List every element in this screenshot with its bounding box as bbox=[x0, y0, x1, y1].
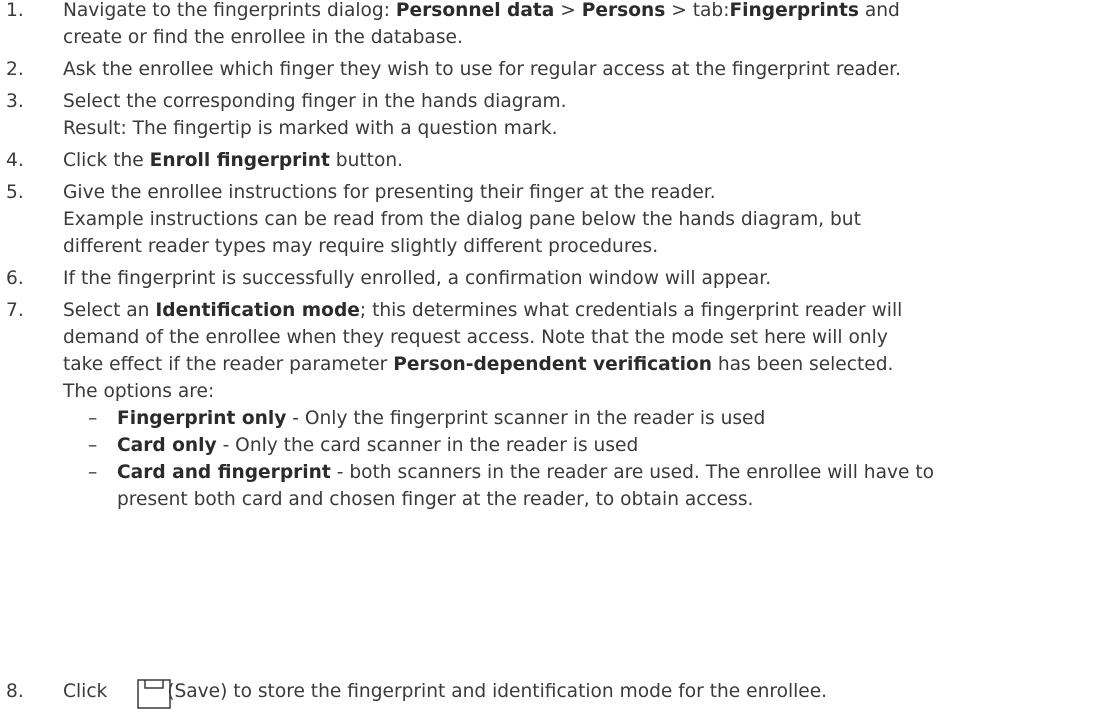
ui-term: Identification mode bbox=[155, 300, 360, 321]
ui-term: Card and fingerprint bbox=[117, 462, 331, 483]
text-run: and bbox=[858, 0, 900, 21]
text-run: Give the enrollee instructions for prese… bbox=[63, 182, 716, 203]
text-run: Navigate to the fingerprints dialog: bbox=[63, 0, 396, 21]
text-run: Ask the enrollee which finger they wish … bbox=[63, 59, 901, 80]
text-run: (Save) to store the fingerprint and iden… bbox=[167, 681, 828, 702]
text-run: Select the corresponding finger in the h… bbox=[63, 91, 567, 112]
text-run: If the fingerprint is successfully enrol… bbox=[63, 268, 772, 289]
text-run: The options are: bbox=[63, 381, 215, 402]
text-line: Click the Enroll fingerprint button. bbox=[63, 150, 403, 171]
text-run: take effect if the reader parameter bbox=[63, 354, 394, 375]
ui-term: Card only bbox=[117, 435, 217, 456]
text-line: The options are: bbox=[63, 381, 214, 402]
text-line: Click (Save) to store the fingerprint an… bbox=[63, 681, 827, 702]
ui-term: Enroll fingerprint bbox=[149, 150, 330, 171]
text-run: - Only the fingerprint scanner in the re… bbox=[286, 408, 766, 429]
text-line: different reader types may require sligh… bbox=[63, 236, 658, 257]
text-run: - both scanners in the reader are used. … bbox=[330, 462, 934, 483]
text-run: create or find the enrollee in the datab… bbox=[63, 27, 463, 48]
step-number: 8. bbox=[6, 681, 24, 702]
ui-term: Fingerprint only bbox=[117, 408, 287, 429]
text-line: If the fingerprint is successfully enrol… bbox=[63, 268, 771, 289]
bullet-dash: – bbox=[88, 435, 98, 456]
text-line: Card only - Only the card scanner in the… bbox=[117, 435, 638, 456]
ui-term: Fingerprints bbox=[729, 0, 859, 21]
save-icon[interactable] bbox=[137, 679, 171, 709]
text-run: - Only the card scanner in the reader is… bbox=[216, 435, 639, 456]
step-number: 2. bbox=[6, 59, 24, 80]
step-number: 6. bbox=[6, 268, 24, 289]
text-line: Fingerprint only - Only the fingerprint … bbox=[117, 408, 765, 429]
text-run: Select an bbox=[63, 300, 156, 321]
text-line: Example instructions can be read from th… bbox=[63, 209, 861, 230]
text-run: ; this determines what credentials a fin… bbox=[359, 300, 903, 321]
text-run: different reader types may require sligh… bbox=[63, 236, 659, 257]
step-number: 4. bbox=[6, 150, 24, 171]
text-line: take effect if the reader parameter Pers… bbox=[63, 354, 893, 375]
bullet-dash: – bbox=[88, 462, 98, 483]
ui-term: Personnel data bbox=[395, 0, 555, 21]
text-line: Select an Identification mode; this dete… bbox=[63, 300, 902, 321]
text-run: Click bbox=[63, 681, 114, 702]
text-line: Ask the enrollee which finger they wish … bbox=[63, 59, 901, 80]
text-run: Click the bbox=[63, 150, 150, 171]
text-run: > tab: bbox=[665, 0, 730, 21]
text-line: Result: The fingertip is marked with a q… bbox=[63, 118, 558, 139]
text-run: Example instructions can be read from th… bbox=[63, 209, 861, 230]
step-number: 1. bbox=[6, 0, 24, 21]
text-run: has been selected. bbox=[711, 354, 894, 375]
text-line: Give the enrollee instructions for prese… bbox=[63, 182, 716, 203]
step-number: 3. bbox=[6, 91, 24, 112]
bullet-dash: – bbox=[88, 408, 98, 429]
text-line: present both card and chosen finger at t… bbox=[117, 489, 753, 510]
text-line: demand of the enrollee when they request… bbox=[63, 327, 888, 348]
text-run: present both card and chosen finger at t… bbox=[117, 489, 754, 510]
ui-term: Person-dependent verification bbox=[393, 354, 712, 375]
text-line: Card and fingerprint - both scanners in … bbox=[117, 462, 934, 483]
text-run: > bbox=[554, 0, 582, 21]
text-line: create or find the enrollee in the datab… bbox=[63, 27, 463, 48]
text-run: button. bbox=[329, 150, 404, 171]
text-run: demand of the enrollee when they request… bbox=[63, 327, 888, 348]
step-number: 7. bbox=[6, 300, 24, 321]
text-line: Select the corresponding finger in the h… bbox=[63, 91, 567, 112]
ui-term: Persons bbox=[581, 0, 666, 21]
text-line: Navigate to the fingerprints dialog: Per… bbox=[63, 0, 900, 21]
text-run: Result: The fingertip is marked with a q… bbox=[63, 118, 558, 139]
step-number: 5. bbox=[6, 182, 24, 203]
